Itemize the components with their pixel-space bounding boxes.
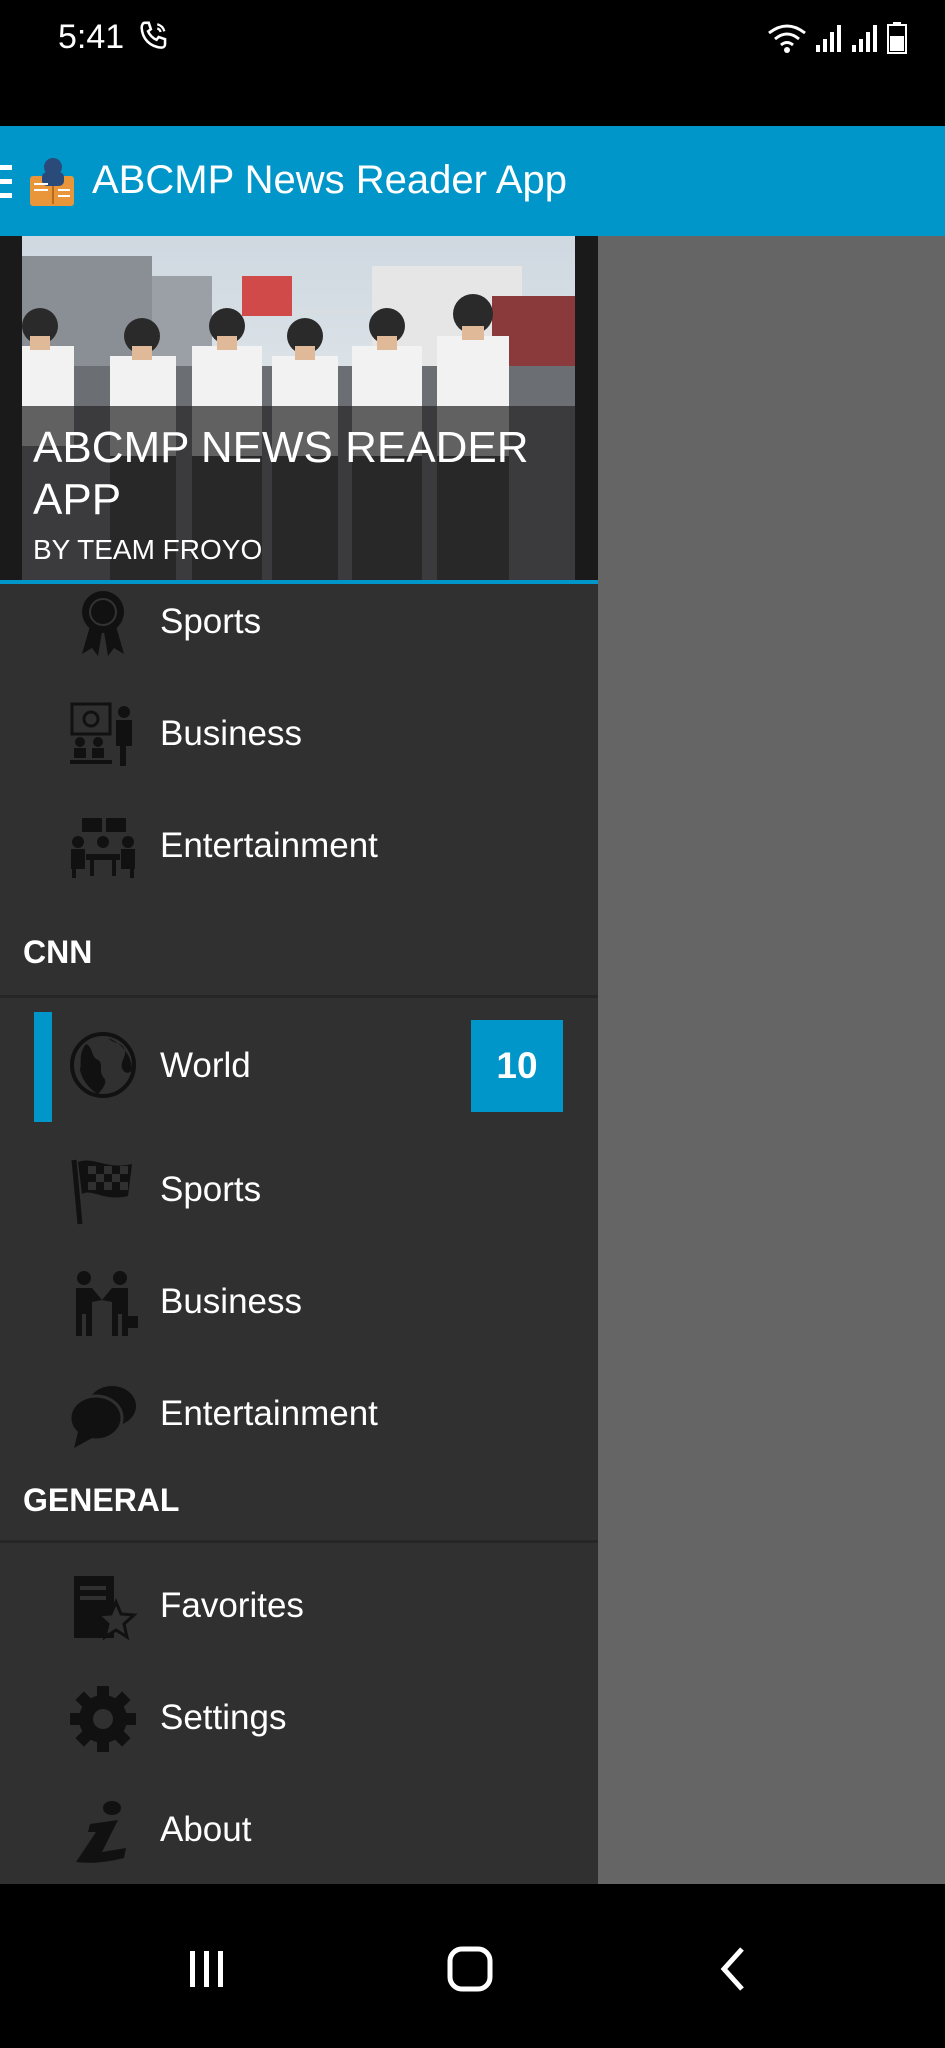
drawer-item-label: World (160, 1046, 251, 1085)
gear-icon (70, 1686, 136, 1752)
drawer-item-label: Business (160, 714, 303, 753)
content-scrim[interactable] (598, 236, 945, 1884)
drawer-header: ABCMP NEWS READER APP BY TEAM FROYO (0, 236, 598, 584)
status-bar: 5:41 (0, 0, 945, 126)
drawer-item-about[interactable]: About (0, 1776, 598, 1884)
info-icon (76, 1801, 126, 1863)
drawer-item-label: About (160, 1810, 252, 1849)
wifi-icon (768, 24, 806, 53)
checkered-flag-icon (71, 1159, 132, 1225)
section-header-cnn: CNN (23, 934, 93, 970)
status-time: 5:41 (58, 18, 125, 56)
drawer-header-subtitle: BY TEAM FROYO (33, 534, 263, 565)
drawer-item-favorites[interactable]: Favorites (0, 1552, 598, 1662)
drawer-item-label: Sports (160, 602, 262, 641)
back-icon[interactable] (704, 1939, 764, 1999)
ribbon-award-icon (82, 591, 124, 656)
recent-apps-icon[interactable] (176, 1939, 236, 1999)
home-icon[interactable] (440, 1939, 500, 1999)
drawer-item-business[interactable]: Business (0, 1248, 598, 1358)
drawer-item-settings[interactable]: Settings (0, 1664, 598, 1774)
speech-bubbles-icon (68, 1386, 136, 1448)
navigation-drawer: ABCMP NEWS READER APP BY TEAM FROYO Spor… (0, 236, 598, 1884)
drawer-item-sports[interactable]: Sports (0, 1136, 598, 1246)
drawer-item-business[interactable]: Business (0, 680, 598, 790)
drawer-item-label: Settings (160, 1698, 287, 1737)
drawer-item-label: Entertainment (160, 1394, 378, 1433)
handshake-icon (76, 1271, 138, 1336)
drawer-item-sports[interactable]: Sports (0, 568, 598, 678)
hamburger-menu-icon[interactable] (0, 165, 12, 199)
drawer-header-title: ABCMP NEWS READER APP (33, 423, 529, 524)
presentation-meeting-icon (70, 702, 132, 766)
system-nav-bar (0, 1884, 945, 2048)
unread-count-badge: 10 (471, 1020, 563, 1112)
favorites-book-star-icon (74, 1576, 138, 1641)
group-meeting-icon (71, 818, 135, 878)
drawer-item-label: Favorites (160, 1586, 304, 1625)
active-indicator (34, 1012, 52, 1122)
drawer-item-world[interactable]: World 10 (0, 998, 598, 1136)
signal-icon (816, 25, 841, 52)
drawer-item-label: Business (160, 1282, 303, 1321)
call-icon (140, 21, 167, 49)
signal-icon-2 (852, 25, 877, 52)
drawer-item-entertainment[interactable]: Entertainment (0, 1360, 598, 1470)
drawer-item-entertainment[interactable]: Entertainment (0, 792, 598, 902)
globe-icon (70, 1032, 136, 1098)
section-divider (0, 1540, 598, 1543)
section-header-general: GENERAL (23, 1482, 180, 1518)
battery-icon (887, 22, 907, 54)
drawer-item-label: Entertainment (160, 826, 378, 865)
drawer-item-label: Sports (160, 1170, 262, 1209)
app-title: ABCMP News Reader App (92, 158, 568, 202)
app-logo (30, 158, 74, 206)
